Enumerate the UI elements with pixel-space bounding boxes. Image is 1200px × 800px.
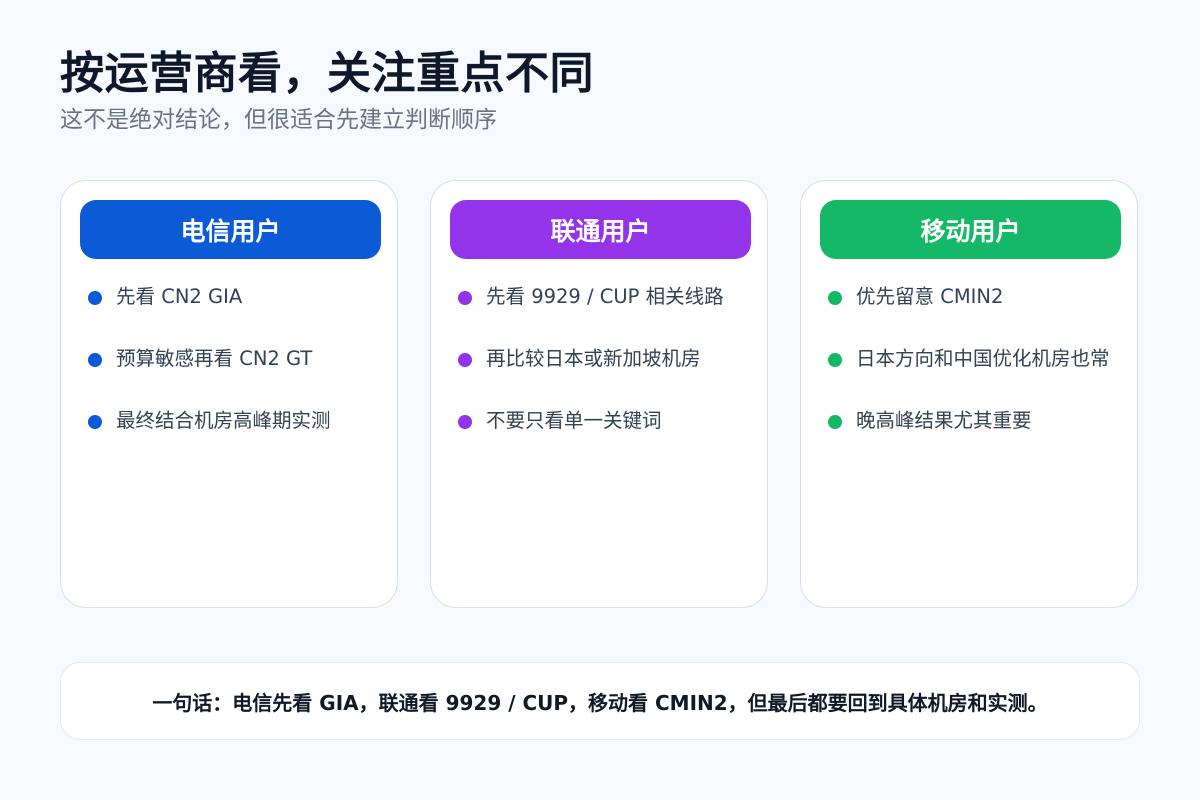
list-item: 优先留意 CMIN2: [828, 283, 1138, 345]
list-item: 预算敏感再看 CN2 GT: [88, 345, 398, 407]
list-item-text: 先看 9929 / CUP 相关线路: [486, 285, 724, 308]
summary-text: 一句话：电信先看 GIA，联通看 9929 / CUP，移动看 CMIN2，但最…: [152, 690, 1048, 715]
list-item-text: 预算敏感再看 CN2 GT: [116, 347, 313, 370]
list-item: 先看 9929 / CUP 相关线路: [458, 283, 768, 345]
page-title: 按运营商看，关注重点不同: [60, 48, 594, 99]
list-item: 日本方向和中国优化机房也常: [828, 345, 1138, 407]
card-mobile-title: 移动用户: [920, 216, 1021, 246]
card-unicom-list: 先看 9929 / CUP 相关线路 再比较日本或新加坡机房 不要只看单一关键词: [458, 283, 768, 469]
card-mobile: 移动用户 优先留意 CMIN2 日本方向和中国优化机房也常 晚高峰结果尤其重要: [800, 180, 1138, 608]
bullet-dot-icon: [828, 415, 842, 429]
bullet-dot-icon: [88, 291, 102, 305]
list-item-text: 晚高峰结果尤其重要: [856, 409, 1032, 432]
list-item: 最终结合机房高峰期实测: [88, 407, 398, 469]
bullet-dot-icon: [828, 291, 842, 305]
list-item: 再比较日本或新加坡机房: [458, 345, 768, 407]
list-item-text: 先看 CN2 GIA: [116, 285, 243, 308]
bullet-dot-icon: [458, 291, 472, 305]
bullet-dot-icon: [458, 353, 472, 367]
summary-box: 一句话：电信先看 GIA，联通看 9929 / CUP，移动看 CMIN2，但最…: [60, 662, 1140, 740]
list-item-text: 优先留意 CMIN2: [856, 285, 1004, 308]
header: 按运营商看，关注重点不同 这不是绝对结论，但很适合先建立判断顺序: [60, 44, 1140, 136]
card-unicom: 联通用户 先看 9929 / CUP 相关线路 再比较日本或新加坡机房 不要只看…: [430, 180, 768, 608]
list-item-text: 不要只看单一关键词: [486, 409, 662, 432]
card-telecom: 电信用户 先看 CN2 GIA 预算敏感再看 CN2 GT 最终结合机房高峰期实…: [60, 180, 398, 608]
card-telecom-title: 电信用户: [180, 216, 281, 246]
card-unicom-title: 联通用户: [550, 216, 651, 246]
bullet-dot-icon: [458, 415, 472, 429]
page-subtitle: 这不是绝对结论，但很适合先建立判断顺序: [60, 107, 497, 133]
list-item: 先看 CN2 GIA: [88, 283, 398, 345]
list-item-text: 再比较日本或新加坡机房: [486, 347, 701, 370]
list-item: 不要只看单一关键词: [458, 407, 768, 469]
bullet-dot-icon: [828, 353, 842, 367]
card-mobile-list: 优先留意 CMIN2 日本方向和中国优化机房也常 晚高峰结果尤其重要: [828, 283, 1138, 469]
card-telecom-header: 电信用户: [80, 200, 381, 259]
card-telecom-list: 先看 CN2 GIA 预算敏感再看 CN2 GT 最终结合机房高峰期实测: [88, 283, 398, 469]
card-mobile-header: 移动用户: [820, 200, 1121, 259]
list-item: 晚高峰结果尤其重要: [828, 407, 1138, 469]
carrier-cards: 电信用户 先看 CN2 GIA 预算敏感再看 CN2 GT 最终结合机房高峰期实…: [60, 180, 1140, 610]
bullet-dot-icon: [88, 415, 102, 429]
list-item-text: 日本方向和中国优化机房也常: [856, 347, 1110, 370]
list-item-text: 最终结合机房高峰期实测: [116, 409, 331, 432]
bullet-dot-icon: [88, 353, 102, 367]
card-unicom-header: 联通用户: [450, 200, 751, 259]
